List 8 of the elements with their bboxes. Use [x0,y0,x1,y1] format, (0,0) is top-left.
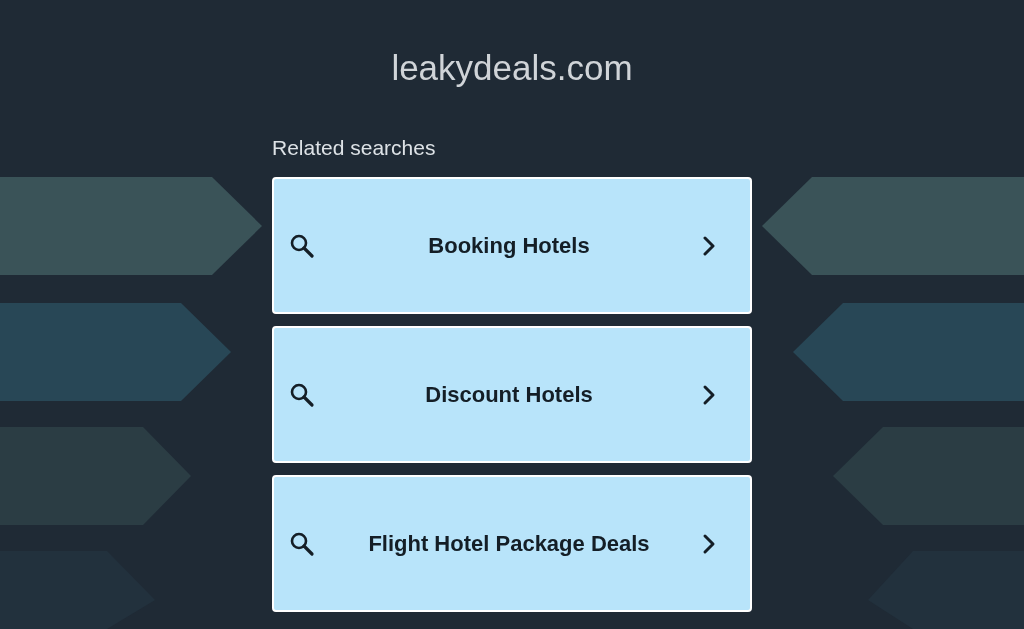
search-link[interactable]: Discount Hotels [272,326,752,463]
section-heading: Related searches [272,136,437,160]
chevron-icon [702,234,716,257]
search-link[interactable]: Booking Hotels [272,177,752,314]
chevron-icon [702,383,716,406]
site-title: leakydeals.com [391,47,633,89]
chevron-icon [702,532,716,555]
search-link[interactable]: Flight Hotel Package Deals [272,475,752,612]
